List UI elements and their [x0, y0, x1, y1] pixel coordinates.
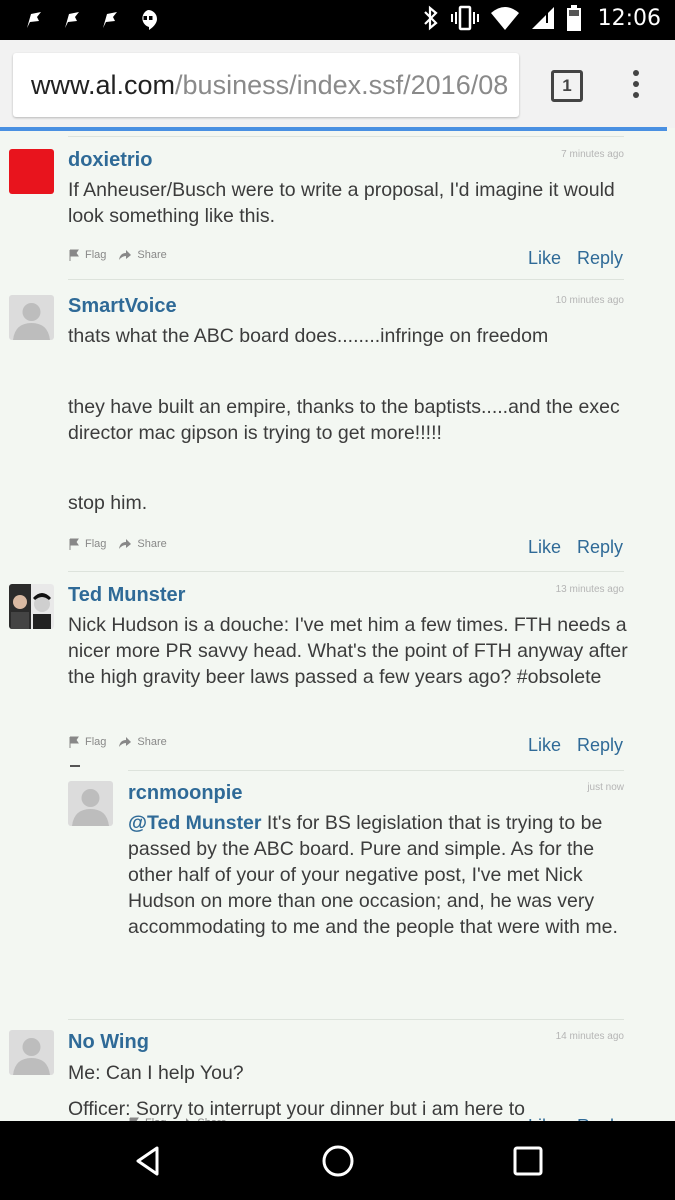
url-domain: www.al.com [31, 70, 176, 100]
comment-divider [68, 136, 624, 137]
flag-icon [69, 249, 79, 261]
system-navigation-bar [0, 1121, 675, 1200]
comment-body: Nick Hudson is a douche: I've met him a … [68, 612, 628, 690]
share-button[interactable]: Share [118, 736, 167, 748]
user-mention-link[interactable]: @Ted Munster [128, 812, 262, 834]
like-button[interactable]: Like [528, 735, 561, 756]
comment-divider [68, 1019, 624, 1020]
avatar[interactable] [68, 781, 113, 826]
comment-body: @Ted Munster It's for BS legislation tha… [128, 810, 628, 940]
avatar[interactable] [9, 1030, 54, 1075]
default-user-icon [13, 303, 50, 340]
cellular-signal-icon [531, 7, 554, 29]
collapse-thread-toggle[interactable] [70, 765, 80, 767]
like-button[interactable]: Like [528, 537, 561, 558]
flag-button[interactable]: Flag [68, 538, 106, 550]
comment-username[interactable]: Ted Munster [68, 584, 185, 607]
flag-label: Flag [85, 249, 107, 261]
comment-paragraph: they have built an empire, thanks to the… [68, 396, 620, 444]
vibrate-icon [450, 5, 479, 31]
default-user-icon [72, 789, 109, 826]
share-icon [119, 539, 132, 549]
share-label: Share [137, 538, 167, 550]
back-triangle-icon[interactable] [130, 1143, 166, 1179]
share-label: Share [137, 249, 167, 261]
comment-body: Me: Can I help You? Officer: Sorry to in… [68, 1060, 628, 1121]
comment-body: thats what the ABC board does........inf… [68, 323, 628, 516]
avatar[interactable] [9, 584, 54, 629]
comment-divider [68, 279, 624, 280]
browser-toolbar: www.al.com/business/index.ssf/2016/08 1 [0, 40, 675, 128]
flag-label: Flag [85, 538, 107, 550]
flag-icon [69, 538, 79, 550]
reply-button[interactable]: Reply [577, 537, 623, 558]
comment-timestamp[interactable]: 14 minutes ago [470, 1031, 624, 1042]
tab-switcher-button[interactable]: 1 [551, 70, 583, 102]
photo-avatar-image [9, 584, 54, 629]
comment-divider [68, 571, 624, 572]
status-clock: 12:06 [597, 5, 661, 31]
url-path: /business/index.ssf/2016/08 [175, 70, 509, 100]
bluetooth-icon [423, 5, 438, 31]
home-circle-icon[interactable] [320, 1143, 356, 1179]
comment-body: If Anheuser/Busch were to write a propos… [68, 177, 628, 229]
share-icon [119, 250, 132, 260]
status-bar: 12:06 [0, 0, 675, 40]
flag-button[interactable]: Flag [68, 249, 106, 261]
comment-timestamp[interactable]: 10 minutes ago [470, 295, 624, 306]
comment-divider [128, 770, 624, 771]
wifi-icon [490, 7, 519, 30]
flag-icon [69, 736, 79, 748]
flag-notification-icon [65, 12, 79, 28]
default-user-icon [13, 1038, 50, 1075]
comment-username[interactable]: SmartVoice [68, 295, 177, 318]
share-button[interactable]: Share [118, 538, 167, 550]
flag-button[interactable]: Flag [68, 736, 106, 748]
avatar[interactable] [9, 149, 54, 194]
flag-label: Flag [85, 736, 107, 748]
share-button[interactable]: Share [118, 249, 167, 261]
comment-paragraph: thats what the ABC board does........inf… [68, 325, 549, 347]
avatar[interactable] [9, 295, 54, 340]
comment-paragraph: Nick Hudson is a douche: I've met him a … [68, 614, 628, 688]
comment-timestamp[interactable]: 7 minutes ago [470, 149, 624, 160]
comment-timestamp[interactable]: just now [470, 782, 624, 793]
flag-notification-icon [103, 12, 117, 28]
hangouts-icon [142, 10, 157, 30]
comment-username[interactable]: rcnmoonpie [128, 782, 242, 805]
reply-button[interactable]: Reply [577, 248, 623, 269]
like-button[interactable]: Like [528, 248, 561, 269]
battery-icon [566, 5, 581, 31]
recents-square-icon[interactable] [510, 1143, 546, 1179]
comment-paragraph: stop him. [68, 492, 148, 514]
flag-notification-icon [27, 12, 41, 28]
comment-paragraph: If Anheuser/Busch were to write a propos… [68, 179, 615, 227]
comment-username[interactable]: doxietrio [68, 149, 152, 172]
comment-username[interactable]: No Wing [68, 1031, 149, 1054]
share-label: Share [137, 736, 167, 748]
comment-list: doxietrio 7 minutes ago If Anheuser/Busc… [0, 131, 675, 1121]
share-icon [119, 737, 132, 747]
comment-paragraph: Officer: Sorry to interrupt your dinner … [68, 1098, 526, 1120]
overflow-menu-icon[interactable] [631, 70, 641, 104]
comment-timestamp[interactable]: 13 minutes ago [470, 584, 624, 595]
comment-paragraph: Me: Can I help You? [68, 1062, 244, 1084]
reply-button[interactable]: Reply [577, 735, 623, 756]
address-bar[interactable]: www.al.com/business/index.ssf/2016/08 [13, 53, 519, 117]
